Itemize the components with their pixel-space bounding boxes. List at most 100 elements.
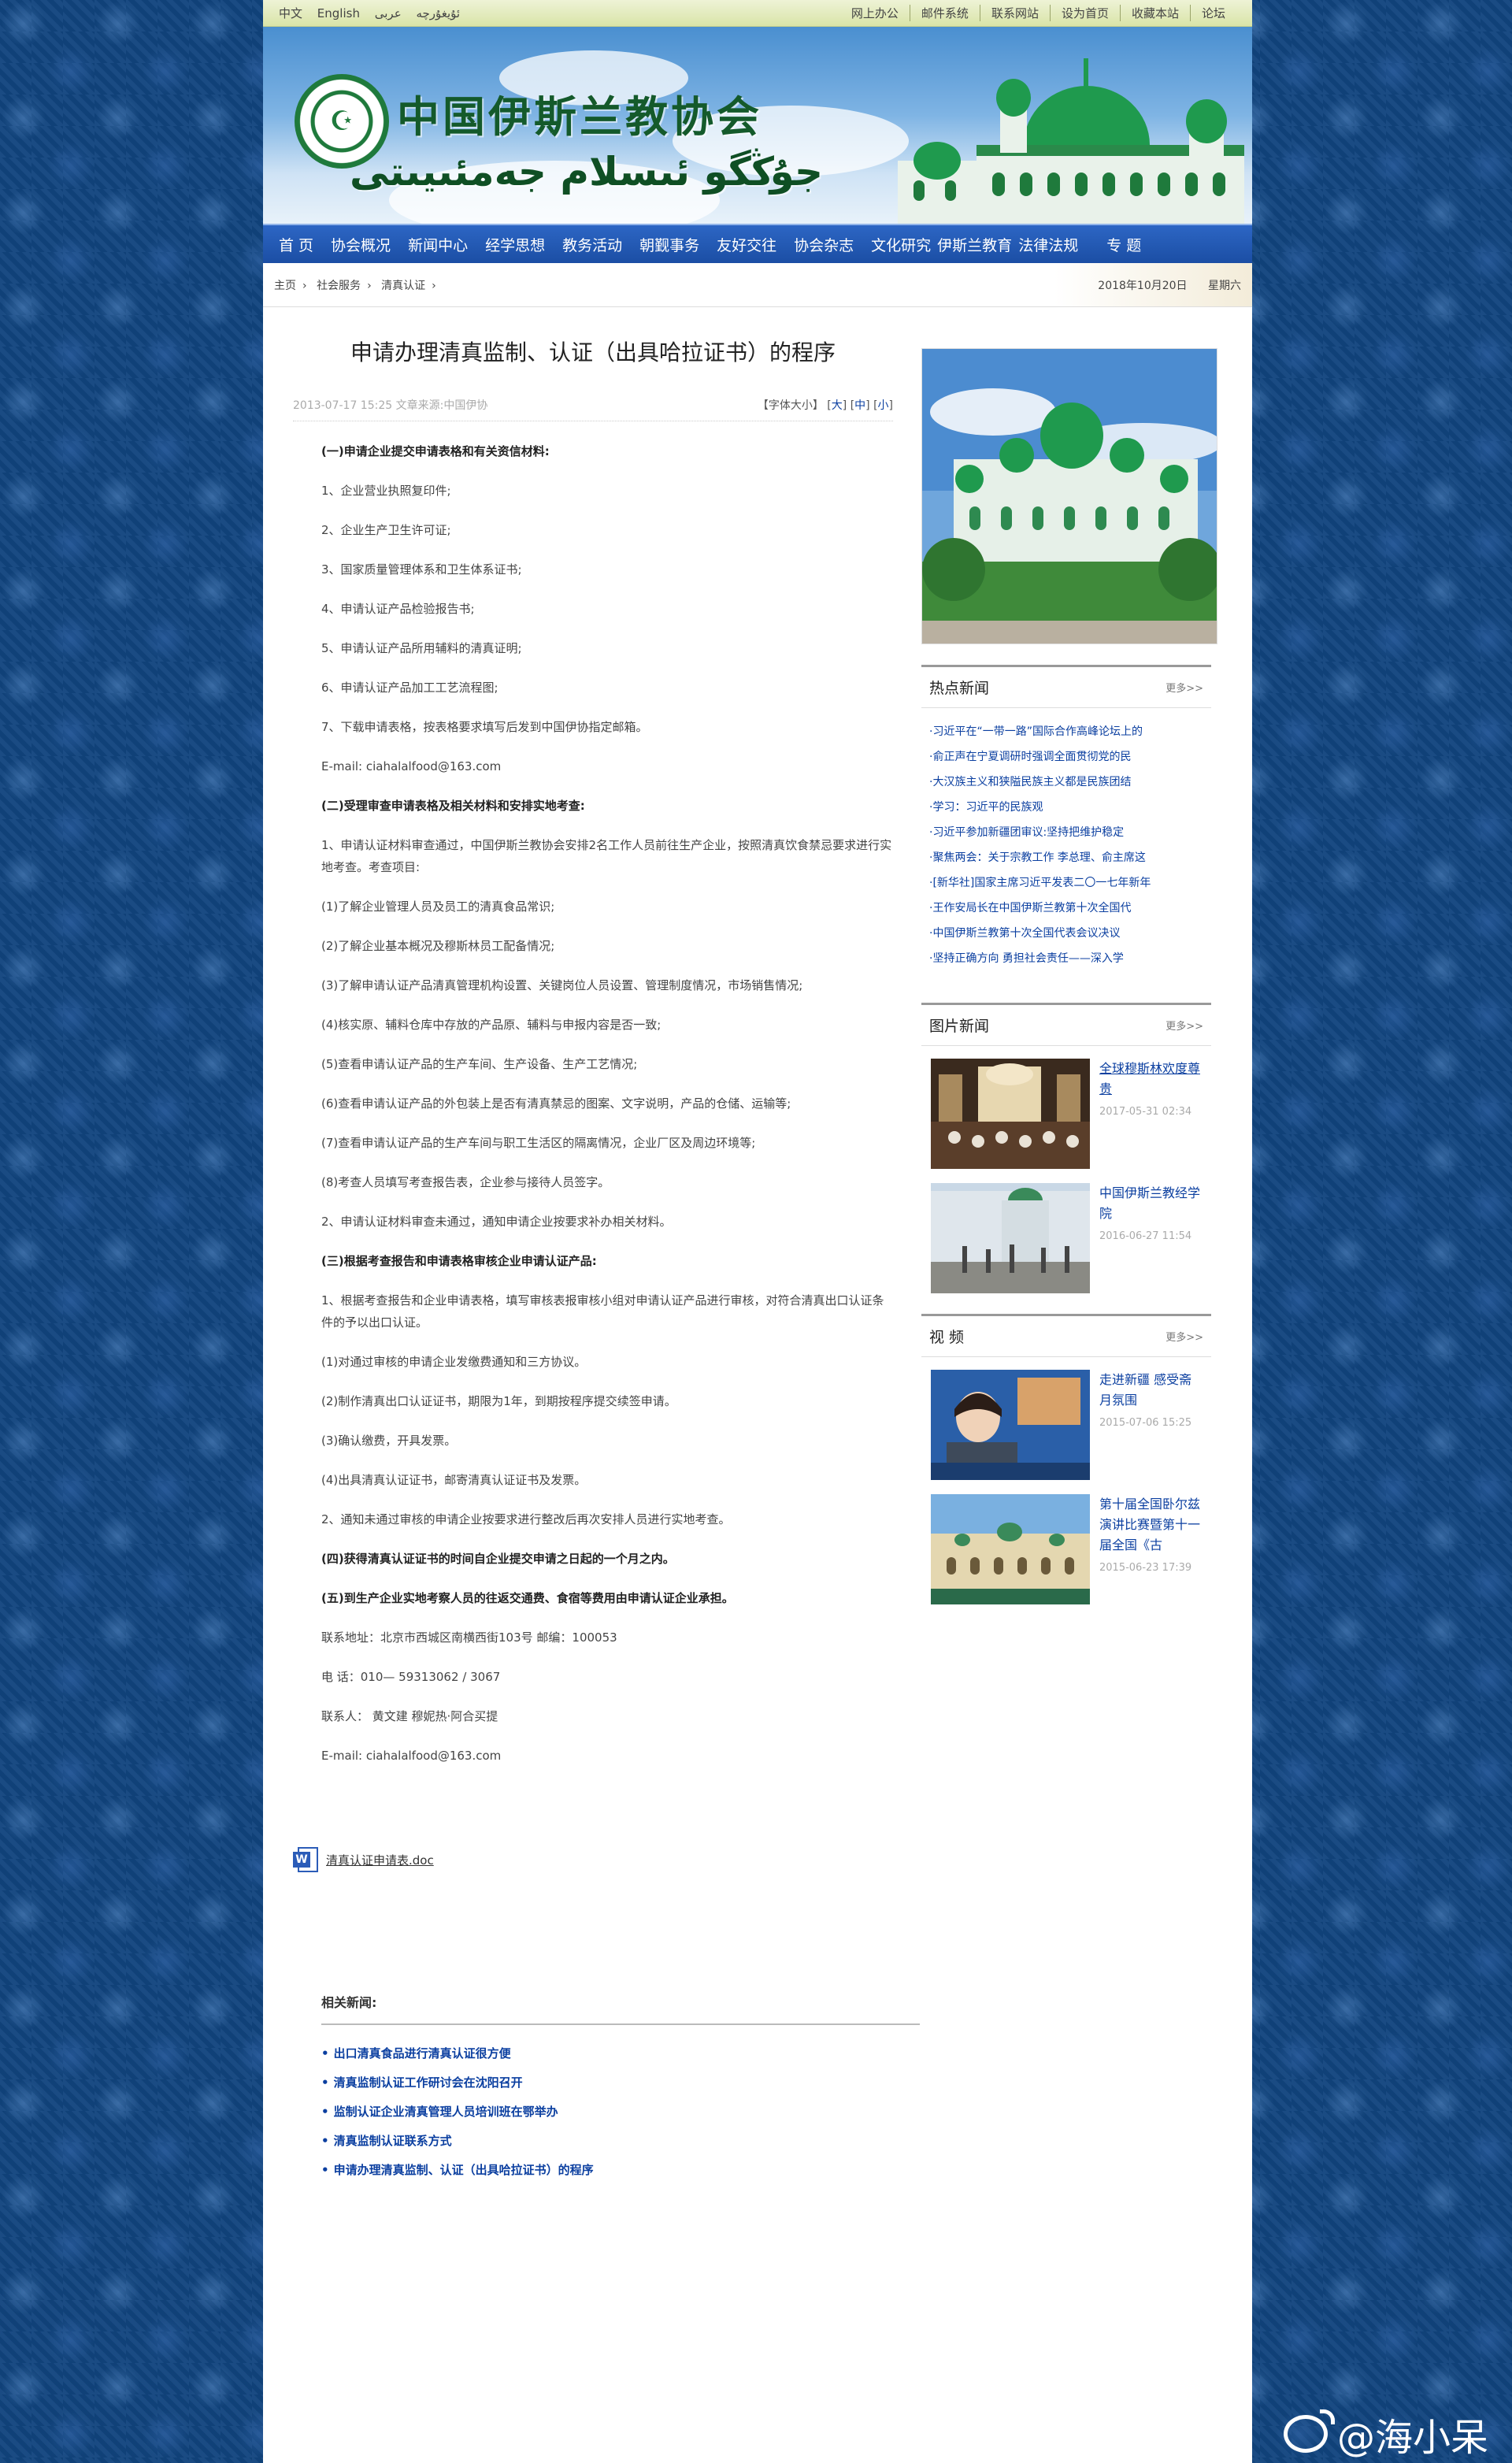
hot-news-block: 热点新闻 更多>> ·习近平在“一带一路”国际合作高峰论坛上的 ·俞正声在宁夏调… — [921, 665, 1211, 982]
font-large-button[interactable]: 大 — [832, 399, 843, 412]
link-contact-site[interactable]: 联系网站 — [979, 5, 1050, 21]
hot-news-item[interactable]: ·俞正声在宁夏调研时强调全面贯彻党的民 — [921, 744, 1211, 770]
lang-arabic[interactable]: عربى — [375, 6, 402, 20]
article-paragraph: 7、下载申请表格，按表格要求填写后发到中国伊协指定邮箱。 — [321, 720, 648, 734]
hot-news-item[interactable]: ·学习：习近平的民族观 — [921, 795, 1211, 820]
nav-news[interactable]: 新闻中心 — [408, 234, 468, 255]
article-meta: 2013-07-17 15:25 文章来源:中国伊协 【字体大小】 [大] [中… — [293, 397, 893, 421]
photo-news-more-link[interactable]: 更多>> — [1166, 1018, 1203, 1033]
mosque-banner-image — [898, 58, 1244, 224]
related-news-item[interactable]: • 出口清真食品进行清真认证很方便 — [321, 2039, 893, 2068]
font-small-button[interactable]: 小 — [878, 399, 889, 412]
video-caption[interactable]: 走进新疆 感受斋月氛围 — [1099, 1370, 1202, 1411]
article-paragraph: E-mail: ciahalalfood@163.com — [321, 1749, 502, 1763]
video-thumbnail[interactable] — [931, 1370, 1090, 1480]
photo-news-caption[interactable]: 中国伊斯兰教经学院 — [1099, 1183, 1202, 1224]
hot-news-item[interactable]: ·坚持正确方向 勇担社会责任——深入学 — [921, 946, 1211, 971]
nav-education[interactable]: 伊斯兰教育 — [937, 234, 1012, 255]
photo-news-block: 图片新闻 更多>> 全球穆斯林欢度尊贵 2017-05-31 02:34 中国伊… — [921, 1003, 1211, 1304]
font-size-control: 【字体大小】 [大] [中] [小] — [757, 399, 893, 412]
related-news-item[interactable]: • 申请办理清真监制、认证（出具哈拉证书）的程序 — [321, 2156, 893, 2185]
nav-thought[interactable]: 经学思想 — [485, 234, 545, 255]
nav-hajj[interactable]: 朝觐事务 — [639, 234, 699, 255]
article-paragraph: (2)制作清真出口认证证书，期限为1年，到期按程序提交续签申请。 — [321, 1394, 676, 1408]
article-paragraph: (5)查看申请认证产品的生产车间、生产设备、生产工艺情况; — [321, 1057, 638, 1071]
weibo-icon — [1284, 2409, 1335, 2453]
video-caption[interactable]: 第十届全国卧尔兹演讲比赛暨第十一届全国《古 — [1099, 1494, 1202, 1556]
article-section-heading: (四)获得清真认证证书的时间自企业提交申请之日起的一个月之内。 — [321, 1552, 675, 1566]
link-forum[interactable]: 论坛 — [1189, 5, 1236, 21]
nav-about[interactable]: 协会概况 — [331, 234, 391, 255]
related-news-item[interactable]: • 监制认证企业清真管理人员培训班在鄂举办 — [321, 2098, 893, 2127]
hot-news-item[interactable]: ·聚焦两会：关于宗教工作 李总理、俞主席这 — [921, 845, 1211, 870]
video-thumbnail[interactable] — [931, 1494, 1090, 1604]
related-news-item[interactable]: • 清真监制认证工作研讨会在沈阳召开 — [321, 2068, 893, 2098]
video-time: 2015-07-06 15:25 — [1099, 1417, 1192, 1429]
video-item[interactable]: 第十届全国卧尔兹演讲比赛暨第十一届全国《古 2015-06-23 17:39 — [921, 1491, 1211, 1615]
article-paragraph: 2、申请认证材料审查未通过，通知申请企业按要求补办相关材料。 — [321, 1215, 672, 1229]
breadcrumb-social-service[interactable]: 社会服务 — [317, 280, 361, 292]
article-paragraph: (6)查看申请认证产品的外包装上是否有清真禁忌的图案、文字说明，产品的仓储、运输… — [321, 1096, 791, 1111]
date-text: 2018年10月20日 — [1098, 279, 1188, 292]
hot-news-item[interactable]: ·习近平在“一带一路”国际合作高峰论坛上的 — [921, 719, 1211, 744]
article-paragraph: 6、申请认证产品加工工艺流程图; — [321, 681, 498, 695]
link-bookmark[interactable]: 收藏本站 — [1119, 5, 1190, 21]
lang-chinese[interactable]: 中文 — [279, 6, 302, 20]
hot-news-title: 热点新闻 — [929, 680, 990, 697]
video-more-link[interactable]: 更多>> — [1166, 1329, 1203, 1344]
nav-special[interactable]: 专 题 — [1106, 234, 1141, 255]
article-paragraph: (1)了解企业管理人员及员工的清真食品常识; — [321, 900, 555, 914]
breadcrumb: 主页 › 社会服务 › 清真认证 › 2018年10月20日 星期六 — [263, 263, 1252, 307]
attachment-link[interactable]: 清真认证申请表.doc — [326, 1852, 434, 1868]
hot-news-item[interactable]: ·习近平参加新疆团审议:坚持把维护稳定 — [921, 820, 1211, 845]
article-paragraph: 电 话：010— 59313062 / 3067 — [321, 1670, 501, 1684]
article-paragraph: (3)确认缴费，开具发票。 — [321, 1434, 457, 1448]
site-title-uyghur: جۇڭگو ئىسلام جەمئىيىتى — [350, 149, 824, 195]
breadcrumb-home[interactable]: 主页 — [274, 280, 296, 292]
link-online-office[interactable]: 网上办公 — [840, 5, 910, 21]
article-paragraph: (7)查看申请认证产品的生产车间与职工生活区的隔离情况，企业厂区及周边环境等; — [321, 1136, 756, 1150]
nav-home[interactable]: 首 页 — [279, 234, 313, 255]
article-paragraph: 3、国家质量管理体系和卫生体系证书; — [321, 562, 522, 577]
link-set-homepage[interactable]: 设为首页 — [1049, 5, 1120, 21]
language-switcher: 中文 English ئۇيغۇرچە عربى — [279, 5, 471, 21]
hot-news-item[interactable]: ·大汉族主义和狭隘民族主义都是民族团结 — [921, 770, 1211, 795]
photo-news-thumbnail[interactable] — [931, 1059, 1090, 1169]
hot-news-item[interactable]: ·中国伊斯兰教第十次全国代表会议决议 — [921, 921, 1211, 946]
article-paragraph: 2、通知未通过审核的申请企业按要求进行整改后再次安排人员进行实地考查。 — [321, 1512, 731, 1526]
related-news-item[interactable]: • 清真监制认证联系方式 — [321, 2127, 893, 2156]
article-paragraph: 5、申请认证产品所用辅料的清真证明; — [321, 641, 522, 655]
word-doc-icon: W — [293, 1845, 321, 1874]
lang-english[interactable]: English — [317, 6, 360, 20]
article-section-heading: (一)申请企业提交申请表格和有关资信材料: — [321, 444, 550, 458]
nav-law[interactable]: 法律法规 — [1018, 234, 1078, 255]
photo-news-item[interactable]: 全球穆斯林欢度尊贵 2017-05-31 02:34 — [921, 1046, 1211, 1180]
site-title-chinese: 中国伊斯兰教协会 — [397, 91, 762, 142]
nav-magazine[interactable]: 协会杂志 — [794, 234, 854, 255]
article-paragraph: (8)考查人员填写考查报告表，企业参与接待人员签字。 — [321, 1175, 610, 1189]
photo-news-caption[interactable]: 全球穆斯林欢度尊贵 — [1099, 1059, 1202, 1100]
breadcrumb-separator-icon: › — [432, 279, 436, 292]
related-news-title: 相关新闻: — [321, 1992, 920, 2025]
photo-news-thumbnail[interactable] — [931, 1183, 1090, 1293]
nav-exchange[interactable]: 友好交往 — [717, 234, 776, 255]
lang-uyghur[interactable]: ئۇيغۇرچە — [416, 6, 460, 20]
video-item[interactable]: 走进新疆 感受斋月氛围 2015-07-06 15:25 — [921, 1357, 1211, 1491]
article-date-source: 2013-07-17 15:25 文章来源:中国伊协 — [293, 399, 488, 412]
article-paragraph: 联系地址：北京市西城区南横西街103号 邮编：100053 — [321, 1630, 617, 1645]
article-section-heading: (三)根据考查报告和申请表格审核企业申请认证产品: — [321, 1254, 597, 1268]
hot-news-more-link[interactable]: 更多>> — [1166, 680, 1203, 695]
hot-news-item[interactable]: ·王作安局长在中国伊斯兰教第十次全国代 — [921, 896, 1211, 921]
font-medium-button[interactable]: 中 — [854, 399, 865, 412]
header-banner: ☪ 中国伊斯兰教协会 جۇڭگو ئىسلام جەمئىيىتى — [263, 27, 1252, 224]
photo-news-item[interactable]: 中国伊斯兰教经学院 2016-06-27 11:54 — [921, 1180, 1211, 1304]
nav-activities[interactable]: 教务活动 — [562, 234, 622, 255]
watermark-text: @海小呆 — [1337, 2416, 1489, 2460]
article-body: (一)申请企业提交申请表格和有关资信材料: 1、企业营业执照复印件; 2、企业生产卫… — [293, 440, 893, 1767]
article-paragraph: (4)出具清真认证证书，邮寄清真认证证书及发票。 — [321, 1473, 587, 1487]
hot-news-item[interactable]: ·[新华社]国家主席习近平发表二〇一七年新年 — [921, 870, 1211, 896]
nav-research[interactable]: 文化研究 — [871, 234, 931, 255]
breadcrumb-halal-cert[interactable]: 清真认证 — [381, 280, 425, 292]
sidebar: 热点新闻 更多>> ·习近平在“一带一路”国际合作高峰论坛上的 ·俞正声在宁夏调… — [912, 307, 1217, 2185]
link-mail-system[interactable]: 邮件系统 — [909, 5, 980, 21]
